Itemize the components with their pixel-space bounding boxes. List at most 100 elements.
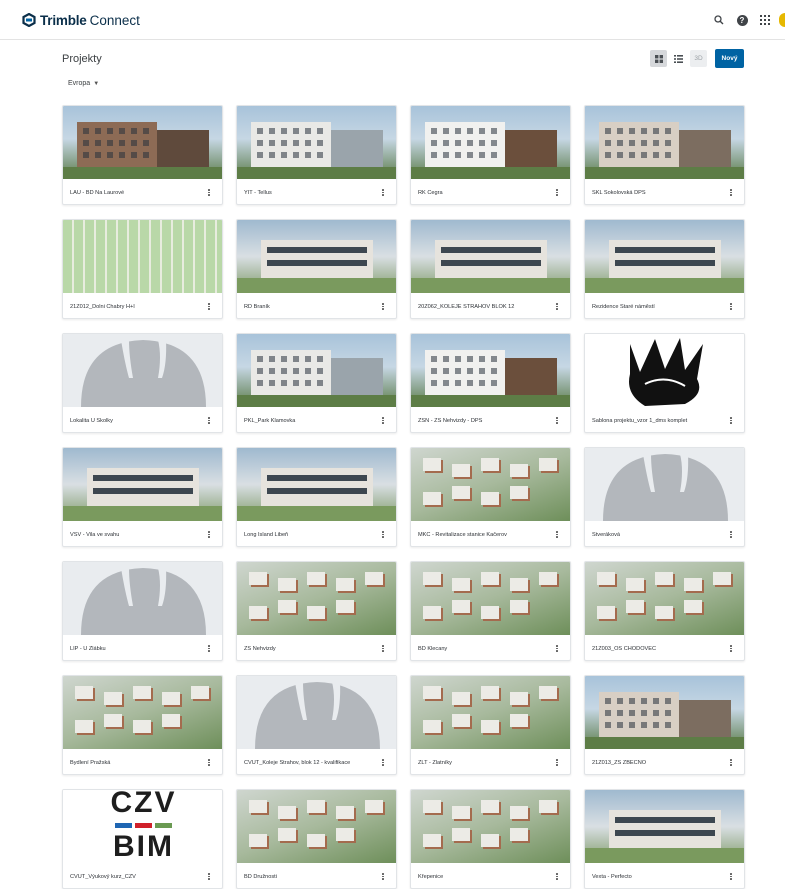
more-options-icon[interactable] [549,185,565,201]
help-icon[interactable]: ? [733,11,751,29]
more-options-icon[interactable] [375,641,391,657]
project-name[interactable]: 21Z003_OS CHODOVEC [592,646,723,652]
project-thumbnail[interactable] [237,676,396,749]
project-name[interactable]: ZLT - Zlatníky [418,760,549,766]
project-name[interactable]: CVUT_Výukový kurz_ČZV [70,874,201,880]
project-name[interactable]: Bydlení Pražská [70,760,201,766]
more-options-icon[interactable] [723,299,739,315]
project-card[interactable]: LAU - BD Na Laurové [62,105,223,205]
more-options-icon[interactable] [723,413,739,429]
project-card[interactable]: PKL_Park Klamovka [236,333,397,433]
project-card[interactable]: 21Z003_OS CHODOVEC [584,561,745,661]
more-options-icon[interactable] [549,299,565,315]
project-name[interactable]: SKL Sokolovská DPS [592,190,723,196]
project-thumbnail[interactable] [63,106,222,179]
list-view-button[interactable] [670,50,687,67]
more-options-icon[interactable] [549,413,565,429]
new-project-button[interactable]: Nový [715,49,744,68]
project-card[interactable]: 20Z062_KOLEJE STRAHOV BLOK 12 [410,219,571,319]
project-name[interactable]: PKL_Park Klamovka [244,418,375,424]
project-thumbnail[interactable] [411,790,570,863]
more-options-icon[interactable] [201,869,217,885]
region-selector[interactable]: Evropa ▼ [68,80,99,87]
project-card[interactable]: 21Z013_ZS ZBECNO [584,675,745,775]
more-options-icon[interactable] [201,413,217,429]
project-card[interactable]: ZŠ Nehvizdy [236,561,397,661]
project-card[interactable]: LIP - U Žlábku [62,561,223,661]
project-name[interactable]: RD Braník [244,304,375,310]
project-card[interactable]: RK Cegra [410,105,571,205]
project-card[interactable]: BD Družnosti [236,789,397,889]
more-options-icon[interactable] [201,299,217,315]
project-name[interactable]: BD Klecany [418,646,549,652]
project-thumbnail[interactable] [585,334,744,407]
project-card[interactable]: VSV - Vila ve svahu [62,447,223,547]
project-name[interactable]: BD Družnosti [244,874,375,880]
project-card[interactable]: SKL Sokolovská DPS [584,105,745,205]
project-thumbnail[interactable] [237,334,396,407]
project-thumbnail[interactable]: ČZV BIM [63,790,222,863]
project-name[interactable]: Štveráková [592,532,723,538]
project-thumbnail[interactable] [411,562,570,635]
brand-logo-link[interactable]: Trimble Connect [22,11,140,29]
project-card[interactable]: Křepenice [410,789,571,889]
project-name[interactable]: 21Z013_ZS ZBECNO [592,760,723,766]
more-options-icon[interactable] [201,641,217,657]
more-options-icon[interactable] [549,527,565,543]
project-name[interactable]: LAU - BD Na Laurové [70,190,201,196]
more-options-icon[interactable] [375,299,391,315]
project-card[interactable]: MKC - Revitalizace stanice Kačerov [410,447,571,547]
more-options-icon[interactable] [549,641,565,657]
grid-view-button[interactable] [650,50,667,67]
project-card[interactable]: Bydlení Pražská [62,675,223,775]
more-options-icon[interactable] [723,641,739,657]
user-avatar[interactable] [779,13,785,27]
project-card[interactable]: Rezidence Staré náměstí [584,219,745,319]
more-options-icon[interactable] [549,869,565,885]
project-card[interactable]: ČZV BIM CVUT_Výukový kurz_ČZV [62,789,223,889]
project-card[interactable]: Long Island Libeň [236,447,397,547]
project-card[interactable]: Štveráková [584,447,745,547]
apps-grid-icon[interactable] [756,11,774,29]
project-thumbnail[interactable] [585,790,744,863]
project-thumbnail[interactable] [63,562,222,635]
project-name[interactable]: LIP - U Žlábku [70,646,201,652]
project-name[interactable]: 20Z062_KOLEJE STRAHOV BLOK 12 [418,304,549,310]
project-card[interactable]: ZSN - ZŠ Nehvizdy - DPS [410,333,571,433]
project-thumbnail[interactable] [411,106,570,179]
more-options-icon[interactable] [201,185,217,201]
project-card[interactable]: ZLT - Zlatníky [410,675,571,775]
project-thumbnail[interactable] [237,220,396,293]
more-options-icon[interactable] [375,413,391,429]
project-card[interactable]: Lokalita U Školky [62,333,223,433]
project-thumbnail[interactable] [63,334,222,407]
more-options-icon[interactable] [375,869,391,885]
project-thumbnail[interactable] [411,676,570,749]
project-thumbnail[interactable] [585,676,744,749]
more-options-icon[interactable] [723,527,739,543]
project-card[interactable]: Vexta - Perfecto [584,789,745,889]
project-card[interactable]: RD Braník [236,219,397,319]
project-card[interactable]: YIT - Tellus [236,105,397,205]
project-card[interactable]: CVUT_Koleje Strahov, blok 12 - kvalifika… [236,675,397,775]
project-name[interactable]: ZSN - ZŠ Nehvizdy - DPS [418,418,549,424]
project-name[interactable]: YIT - Tellus [244,190,375,196]
more-options-icon[interactable] [549,755,565,771]
project-thumbnail[interactable] [585,448,744,521]
project-name[interactable]: CVUT_Koleje Strahov, blok 12 - kvalifika… [244,760,375,766]
project-thumbnail[interactable] [411,220,570,293]
more-options-icon[interactable] [723,869,739,885]
project-thumbnail[interactable] [63,220,222,293]
more-options-icon[interactable] [723,185,739,201]
more-options-icon[interactable] [201,755,217,771]
project-thumbnail[interactable] [237,790,396,863]
project-name[interactable]: Křepenice [418,874,549,880]
project-thumbnail[interactable] [411,334,570,407]
project-name[interactable]: MKC - Revitalizace stanice Kačerov [418,532,549,538]
project-thumbnail[interactable] [237,448,396,521]
3d-view-button[interactable]: 3D [690,50,707,67]
project-thumbnail[interactable] [237,562,396,635]
project-name[interactable]: ZŠ Nehvizdy [244,646,375,652]
project-card[interactable]: BD Klecany [410,561,571,661]
search-icon[interactable] [710,11,728,29]
